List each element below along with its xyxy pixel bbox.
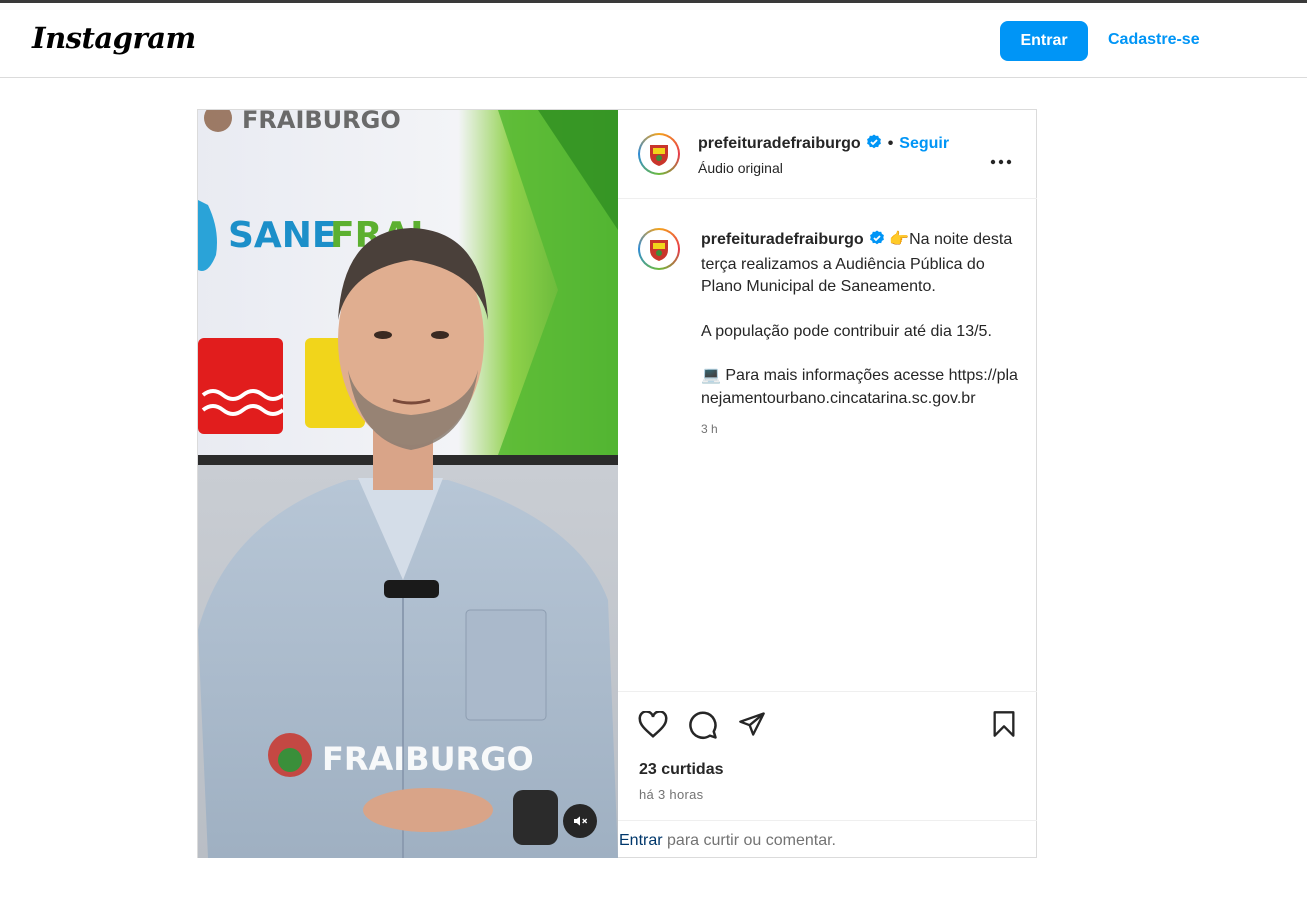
post-card: SANE FRAI FRAIBURGO FRAIBURGO prefeitura…	[197, 109, 1037, 858]
paper-plane-icon	[739, 712, 765, 736]
profile-avatar[interactable]	[638, 133, 680, 175]
post-video[interactable]: SANE FRAI FRAIBURGO FRAIBURGO	[198, 110, 618, 858]
share-button[interactable]	[737, 710, 767, 743]
caption-text-2: A população pode contribuir até dia 13/5…	[701, 322, 992, 340]
likes-count[interactable]: 23 curtidas	[639, 761, 723, 779]
post-header-title: prefeituradefraiburgo • Seguir	[698, 134, 949, 155]
post-date[interactable]: há 3 horas	[639, 787, 703, 802]
city-crest-icon	[650, 145, 668, 166]
post-side-panel: prefeituradefraiburgo • Seguir Áudio origi…	[618, 110, 1037, 858]
caption-avatar[interactable]	[638, 228, 680, 270]
login-button[interactable]: Entrar	[1000, 21, 1088, 61]
caption-paragraph-1: prefeituradefraiburgo 👉Na noite desta te…	[701, 229, 1023, 299]
post-actions: 23 curtidas há 3 horas	[618, 691, 1037, 821]
login-prompt-text: para curtir ou comentar.	[667, 832, 836, 849]
mute-button[interactable]	[563, 804, 597, 838]
video-frame-illustration: SANE FRAI FRAIBURGO FRAIBURGO	[198, 110, 618, 858]
save-button[interactable]	[991, 710, 1017, 743]
login-to-comment: Entrar para curtir ou comentar.	[618, 820, 1037, 858]
instagram-logo[interactable]: Instagram	[32, 21, 196, 55]
speaker-muted-icon	[574, 816, 588, 826]
comment-icon	[689, 711, 717, 739]
more-options-button[interactable]	[990, 152, 1012, 170]
follow-button[interactable]: Seguir	[899, 135, 949, 152]
comment-button[interactable]	[688, 710, 718, 745]
pointing-hand-emoji: 👉	[889, 231, 910, 248]
caption-block: prefeituradefraiburgo 👉Na noite desta te…	[701, 229, 1023, 436]
login-link[interactable]: Entrar	[619, 832, 663, 849]
audio-label[interactable]: Áudio original	[698, 160, 783, 176]
city-crest-icon	[650, 240, 668, 261]
signup-link[interactable]: Cadastre-se	[1108, 31, 1200, 49]
caption-username[interactable]: prefeituradefraiburgo	[701, 231, 864, 248]
like-button[interactable]	[638, 710, 668, 744]
post-username[interactable]: prefeituradefraiburgo	[698, 135, 861, 152]
verified-badge-icon	[869, 230, 885, 254]
caption-time[interactable]: 3 h	[701, 422, 1023, 436]
verified-badge-icon	[866, 134, 882, 155]
caption-text-3: Para mais informações acesse https://pla…	[701, 367, 1018, 407]
top-navbar: Instagram Entrar Cadastre-se	[0, 3, 1307, 78]
more-horizontal-icon	[990, 159, 1012, 165]
heart-icon	[638, 710, 668, 738]
svg-text:FRAIBURGO: FRAIBURGO	[242, 110, 401, 134]
bookmark-icon	[993, 711, 1015, 737]
svg-text:SANE: SANE	[228, 215, 337, 256]
post-header: prefeituradefraiburgo • Seguir Áudio origi…	[618, 110, 1037, 199]
caption-paragraph-3: 💻 Para mais informações acesse https://p…	[701, 365, 1023, 410]
svg-text:FRAIBURGO: FRAIBURGO	[322, 740, 534, 778]
laptop-emoji: 💻	[701, 367, 721, 384]
separator-dot: •	[887, 135, 894, 152]
